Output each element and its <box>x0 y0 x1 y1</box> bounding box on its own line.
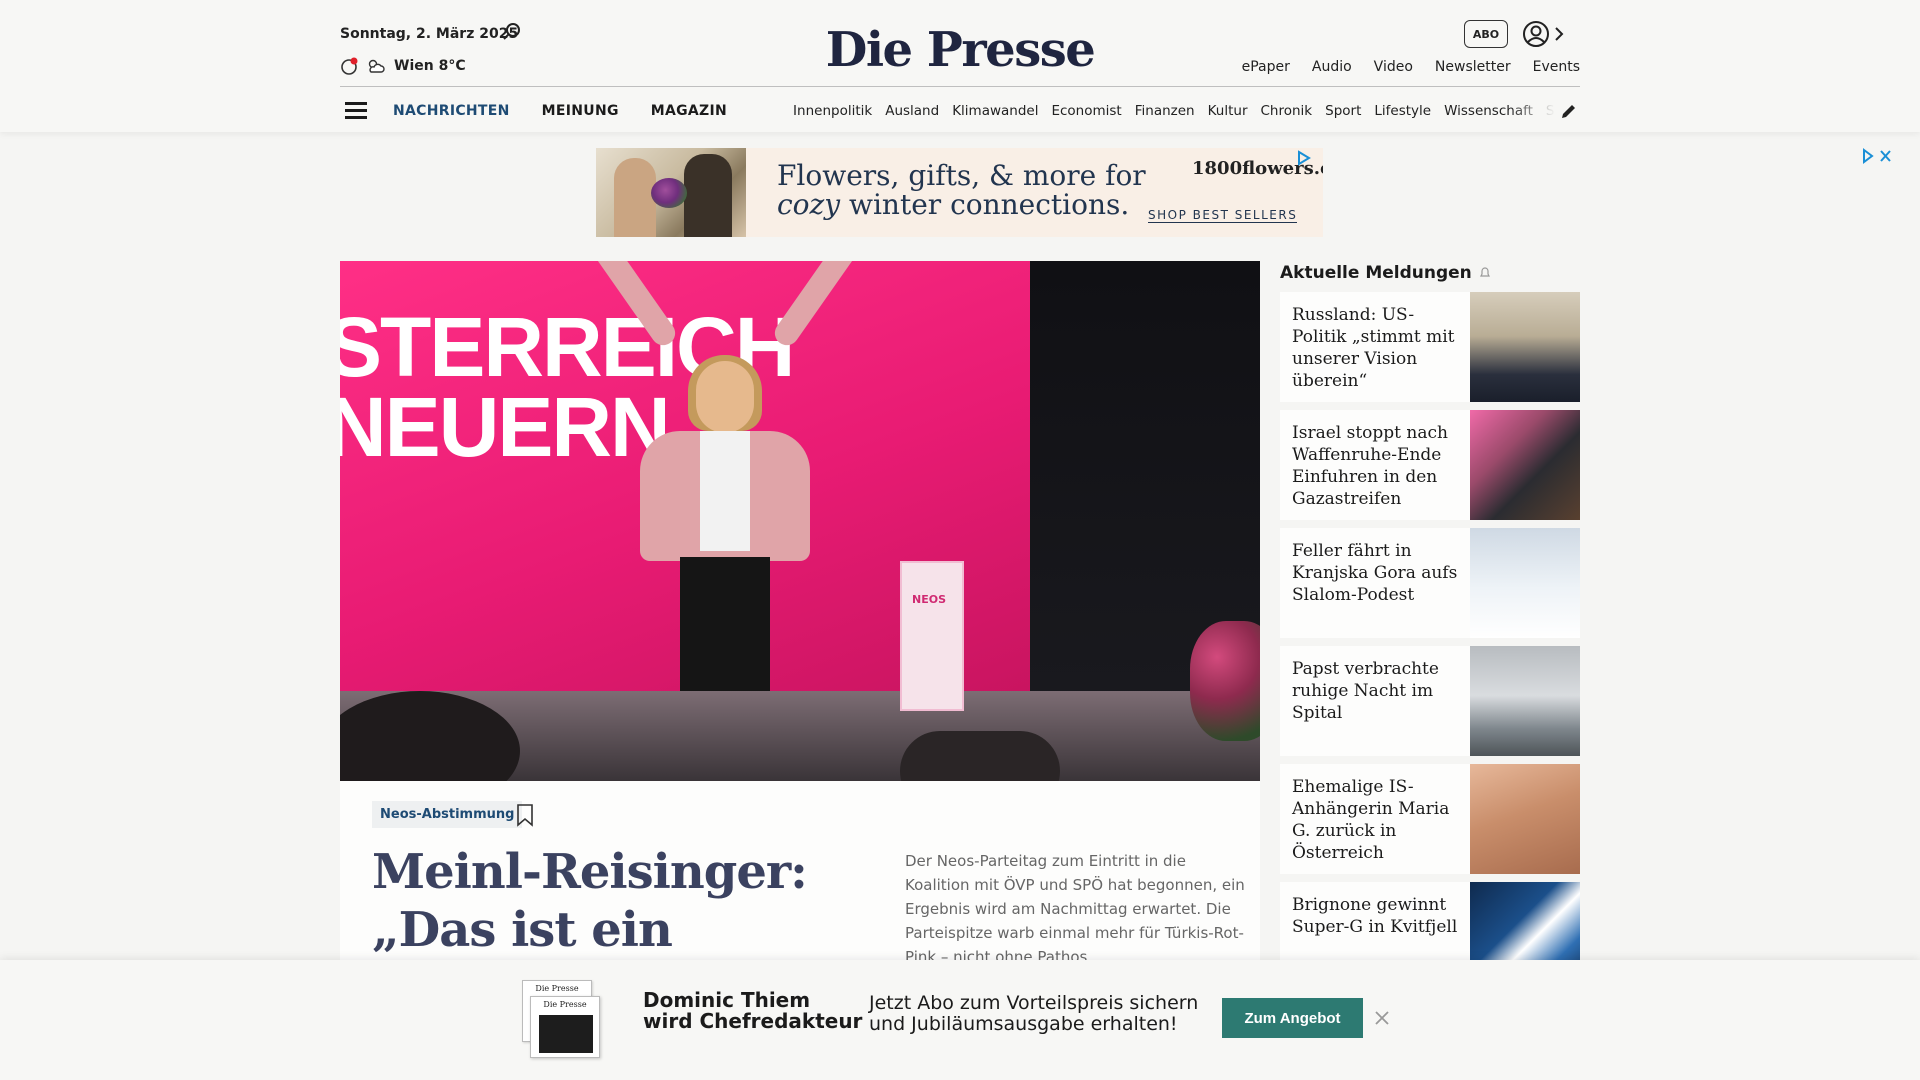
article-teaser: Der Neos-Parteitag zum Eintritt in die K… <box>905 852 1245 966</box>
news-item-title: Feller fährt in Kranjska Gora aufs Slalo… <box>1292 541 1458 605</box>
promo-offer-text: Jetzt Abo zum Vorteilspreis sichern und … <box>869 993 1198 1035</box>
news-item-thumbnail <box>1470 528 1580 638</box>
nav-meinung[interactable]: MEINUNG <box>542 103 619 119</box>
pencil-icon[interactable] <box>1560 102 1578 120</box>
header-inner: Sonntag, 2. März 2025 Wien 8°C Die Press… <box>340 0 1580 132</box>
hamburger-menu-icon[interactable] <box>345 102 367 120</box>
news-item[interactable]: Feller fährt in Kranjska Gora aufs Slalo… <box>1280 528 1580 638</box>
top-links: ePaper Audio Video Newsletter Events <box>1242 59 1580 75</box>
news-item-title: Brignone gewinnt Super-G in Kvitfjell <box>1292 895 1458 937</box>
lead-article-card[interactable]: Neos-Abstimmung Meinl-Reisinger: „Das is… <box>340 781 1260 1074</box>
news-item-thumbnail <box>1470 646 1580 756</box>
latest-news-title: Aktuelle Meldungen <box>1280 263 1492 283</box>
promo-name-line1: Dominic Thiem <box>643 988 811 1012</box>
news-item-thumbnail <box>1470 410 1580 520</box>
link-events[interactable]: Events <box>1533 59 1580 75</box>
news-item[interactable]: Papst verbrachte ruhige Nacht im Spital <box>1280 646 1580 756</box>
ad-line1: Flowers, gifts, & more for <box>777 159 1146 192</box>
news-item-thumbnail <box>1470 764 1580 874</box>
adchoices-icon[interactable] <box>1296 150 1312 166</box>
news-item-title: Israel stoppt nach Waffenruhe-Ende Einfu… <box>1292 423 1448 509</box>
hero-image[interactable]: STERREICH NEUERN. NEOS <box>340 261 1260 781</box>
link-newsletter[interactable]: Newsletter <box>1435 59 1511 75</box>
ad-headline: Flowers, gifts, & more for cozy winter c… <box>777 161 1146 219</box>
nav-nachrichten[interactable]: NACHRICHTEN <box>393 103 510 119</box>
site-header: Sonntag, 2. März 2025 Wien 8°C Die Press… <box>0 0 1920 132</box>
header-divider <box>340 86 1580 87</box>
main-navigation: NACHRICHTEN MEINUNG MAGAZIN Innenpolitik… <box>340 94 1580 128</box>
promo-name-line2: wird Chefredakteur <box>643 1009 863 1033</box>
offer-button[interactable]: Zum Angebot <box>1222 998 1363 1038</box>
ad-close-icon[interactable] <box>1862 148 1892 164</box>
bell-icon[interactable] <box>1478 266 1492 280</box>
subnav-wissenschaft[interactable]: Wissenschaft <box>1444 103 1533 119</box>
user-account-icon[interactable] <box>1520 20 1570 48</box>
close-icon[interactable] <box>1374 1010 1390 1026</box>
link-audio[interactable]: Audio <box>1312 59 1352 75</box>
article-tag[interactable]: Neos-Abstimmung <box>372 801 523 828</box>
latest-news-label: Aktuelle Meldungen <box>1280 263 1472 283</box>
bookmark-icon[interactable] <box>516 803 534 827</box>
promo-headline: Dominic Thiem wird Chefredakteur <box>643 990 862 1032</box>
subnav-lifestyle[interactable]: Lifestyle <box>1374 103 1431 119</box>
camera-foreground-2 <box>900 731 1060 781</box>
subnav-economist[interactable]: Economist <box>1051 103 1121 119</box>
news-item-title: Russland: US-Politik „stimmt mit unserer… <box>1292 305 1455 391</box>
news-item[interactable]: Israel stoppt nach Waffenruhe-Ende Einfu… <box>1280 410 1580 520</box>
subscription-promo-bar: Die Presse Die Presse Dominic Thiem wird… <box>0 960 1920 1080</box>
subnav-sport[interactable]: Sport <box>1325 103 1361 119</box>
subnav-chronik[interactable]: Chronik <box>1261 103 1313 119</box>
abo-button[interactable]: ABO <box>1464 20 1508 48</box>
ad-line2: cozy winter connections. <box>777 190 1146 219</box>
lectern-label: NEOS <box>912 593 946 606</box>
ad-cta-link[interactable]: SHOP BEST SELLERS <box>1148 208 1298 223</box>
latest-news-list: Russland: US-Politik „stimmt mit unserer… <box>1280 292 1580 1000</box>
news-item-title: Papst verbrachte ruhige Nacht im Spital <box>1292 659 1439 723</box>
subnav-kultur[interactable]: Kultur <box>1208 103 1248 119</box>
promo-offer-line2: und Jubiläumsausgabe erhalten! <box>869 1013 1178 1035</box>
link-video[interactable]: Video <box>1374 59 1413 75</box>
lectern: NEOS <box>900 561 964 711</box>
newspaper-image: Die Presse Die Presse <box>522 980 602 1060</box>
news-item-thumbnail <box>1470 292 1580 402</box>
subnav-innenpolitik[interactable]: Innenpolitik <box>793 103 872 119</box>
news-item[interactable]: Ehemalige IS-Anhängerin Maria G. zurück … <box>1280 764 1580 874</box>
ad-line2-rest: winter connections. <box>840 188 1130 221</box>
sub-sections: Innenpolitik Ausland Klimawandel Economi… <box>793 103 1555 119</box>
subnav-ausland[interactable]: Ausland <box>885 103 939 119</box>
news-item[interactable]: Russland: US-Politik „stimmt mit unserer… <box>1280 292 1580 402</box>
link-epaper[interactable]: ePaper <box>1242 59 1290 75</box>
news-item-title: Ehemalige IS-Anhängerin Maria G. zurück … <box>1292 777 1450 863</box>
paper-logo: Die Presse <box>543 1000 587 1009</box>
ad-photo <box>596 148 746 237</box>
promo-offer-line1: Jetzt Abo zum Vorteilspreis sichern <box>869 992 1199 1014</box>
subnav-finanzen[interactable]: Finanzen <box>1135 103 1195 119</box>
nav-magazin[interactable]: MAGAZIN <box>651 103 727 119</box>
ad-banner[interactable]: Flowers, gifts, & more for cozy winter c… <box>596 148 1323 237</box>
subnav-klimawandel[interactable]: Klimawandel <box>952 103 1038 119</box>
ad-line2-italic: cozy <box>777 188 841 221</box>
subnav-spectrum[interactable]: Spectrum <box>1546 103 1555 119</box>
flower-arrangement <box>1190 621 1260 741</box>
paper-logo: Die Presse <box>535 984 579 993</box>
primary-sections: NACHRICHTEN MEINUNG MAGAZIN <box>393 103 727 119</box>
speaker-figure <box>579 261 871 691</box>
